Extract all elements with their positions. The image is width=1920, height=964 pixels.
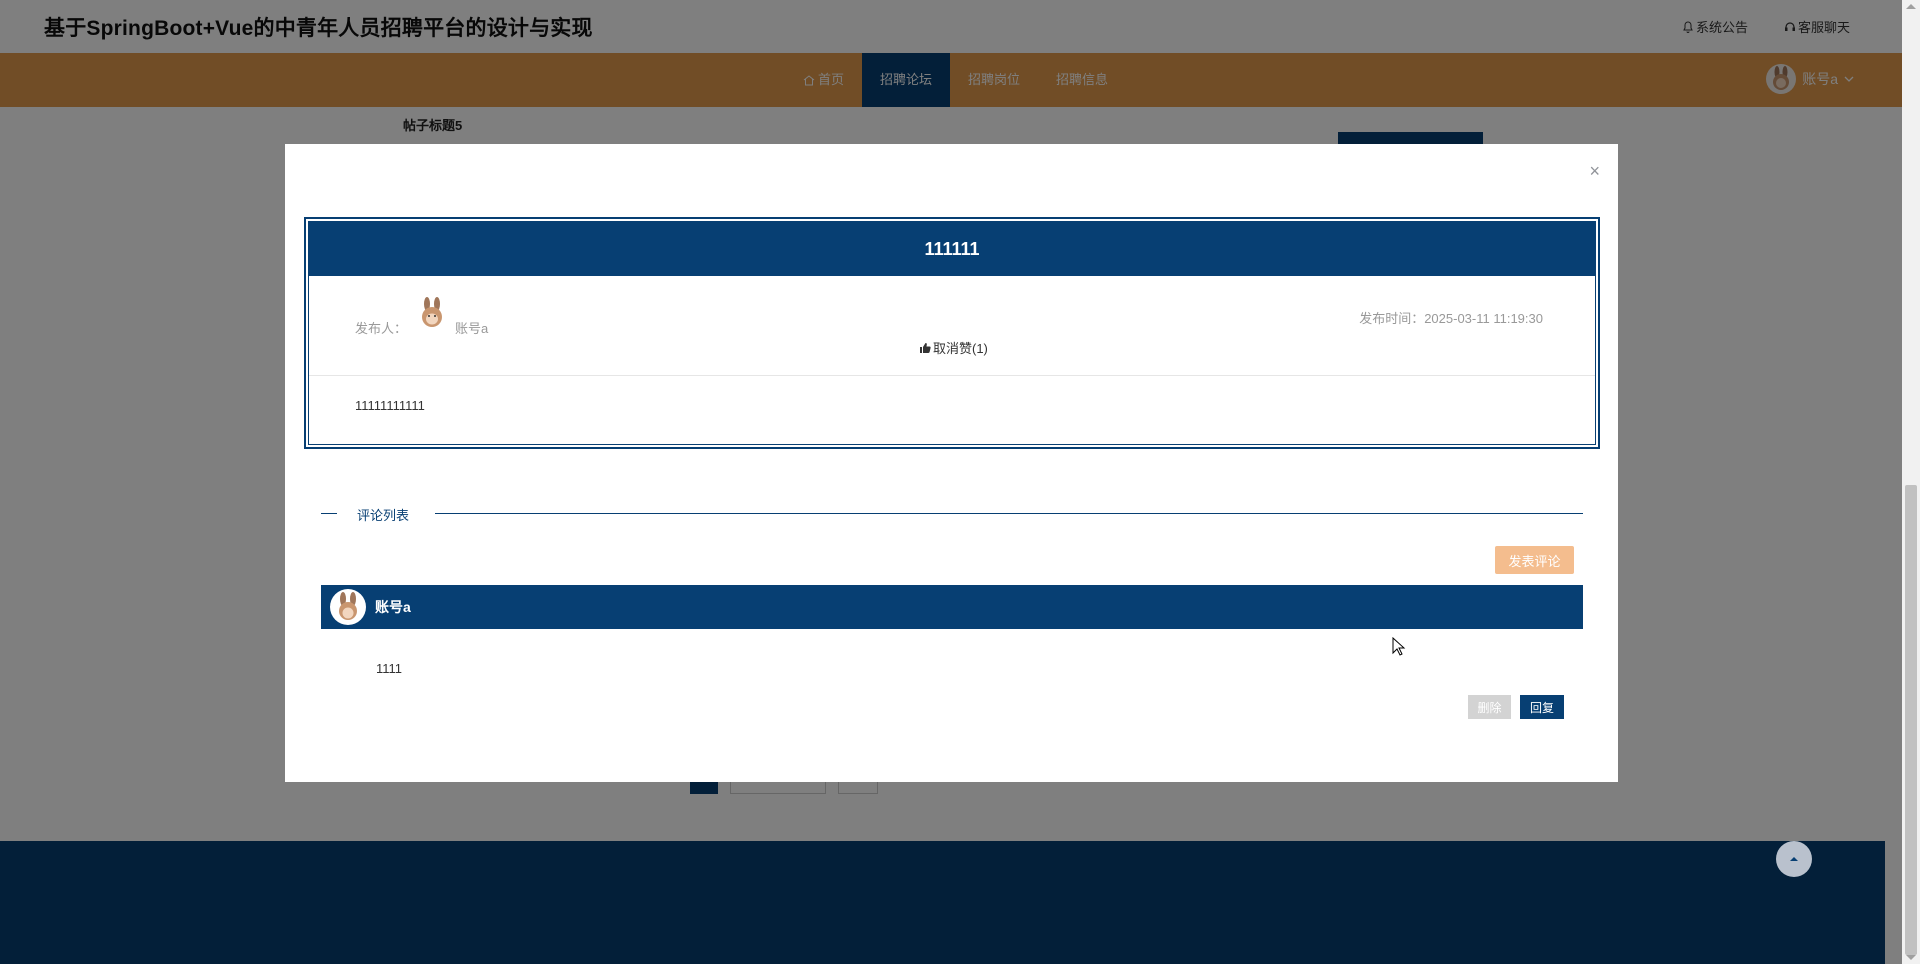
caret-up-icon [1790, 857, 1798, 861]
scroll-thumb[interactable] [1905, 485, 1917, 955]
publish-time: 发布时间：2025-03-11 11:19:30 [1359, 311, 1543, 326]
reply-comment-button[interactable]: 回复 [1520, 695, 1564, 719]
unlike-label: 取消赞(1) [933, 341, 988, 356]
delete-comment-button[interactable]: 删除 [1468, 695, 1511, 719]
scroll-down-icon[interactable] [1906, 955, 1916, 960]
post-meta: 发布人： 账号a 发布时间：2025-03-11 11:19:30 取消赞(1) [309, 276, 1595, 376]
publisher-label: 发布人： [355, 321, 408, 336]
publisher-name: 账号a [455, 321, 489, 336]
comment-user-name: 账号a [375, 599, 411, 615]
post-comment-button[interactable]: 发表评论 [1495, 546, 1574, 574]
thumbs-up-icon [920, 342, 931, 353]
post-content: 11111111111 [355, 398, 425, 413]
post-card: 111111 发布人： 账号a 发布时间：2025-03-11 11:19:30… [304, 217, 1600, 449]
scroll-up-icon[interactable] [1906, 4, 1916, 9]
publisher-avatar-icon [422, 297, 442, 327]
page-scrollbar[interactable] [1902, 0, 1920, 964]
post-detail-dialog: × 111111 发布人： 账号a 发布时间：2025-03-11 11:19:… [285, 144, 1618, 782]
unlike-button[interactable]: 取消赞(1) [919, 338, 988, 357]
comments-divider: 评论列表 [321, 504, 1583, 524]
comment-avatar [330, 589, 366, 625]
comment-content: 1111 [376, 661, 403, 676]
comments-section-title: 评论列表 [357, 508, 410, 523]
mouse-cursor-icon [1392, 637, 1406, 656]
bunny-avatar-icon [339, 592, 357, 620]
post-title: 111111 [309, 222, 1595, 276]
comment-header: 账号a [321, 585, 1583, 629]
close-icon[interactable]: × [1589, 162, 1600, 180]
back-to-top-button[interactable] [1776, 841, 1812, 877]
